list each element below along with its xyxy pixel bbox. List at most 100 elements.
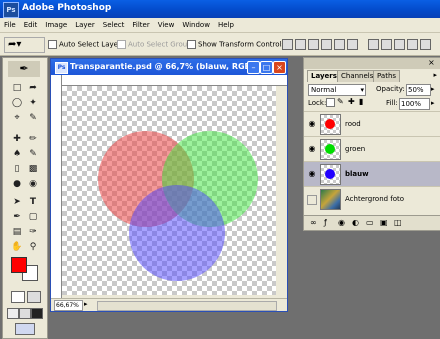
layer-row-blauw[interactable]: ◉ blauw: [304, 161, 440, 186]
blend-mode-select[interactable]: Normal ▾: [308, 84, 366, 96]
new-group-icon[interactable]: ▭: [366, 218, 374, 227]
standard-mode-icon[interactable]: [11, 291, 25, 303]
screen-mode-standard-icon[interactable]: [7, 308, 19, 319]
lock-position-icon[interactable]: ✚: [348, 97, 355, 106]
zoom-field[interactable]: 66,67%: [54, 300, 83, 311]
dodge-tool-icon[interactable]: ◉: [26, 178, 40, 191]
opacity-slider-arrow-icon[interactable]: ▸: [431, 85, 435, 93]
menu-help[interactable]: Help: [214, 18, 238, 32]
lock-transparency-icon[interactable]: [326, 98, 335, 107]
tool-preset-picker[interactable]: ➦▾: [4, 37, 45, 53]
foreground-color-swatch[interactable]: [11, 257, 27, 273]
link-layers-icon[interactable]: ∞: [310, 218, 317, 227]
screen-mode-full-menu-icon[interactable]: [19, 308, 31, 319]
opacity-input[interactable]: 50%: [406, 84, 431, 96]
close-button[interactable]: ×: [273, 61, 286, 74]
layer-style-icon[interactable]: ƒ: [324, 218, 327, 227]
auto-select-groups-checkbox[interactable]: [117, 40, 126, 49]
distribute-right-icon[interactable]: [420, 39, 431, 50]
menu-select[interactable]: Select: [99, 18, 129, 32]
menu-filter[interactable]: Filter: [128, 18, 153, 32]
new-layer-icon[interactable]: ▣: [380, 218, 388, 227]
horizontal-scrollbar[interactable]: [97, 301, 277, 311]
canvas[interactable]: [62, 86, 276, 295]
hand-tool-icon[interactable]: ✋: [10, 241, 24, 254]
align-bottom-icon[interactable]: [308, 39, 319, 50]
lock-all-icon[interactable]: ▮: [359, 97, 363, 106]
fill-label: Fill:: [386, 99, 398, 107]
layer-name: rood: [345, 120, 361, 128]
eye-icon[interactable]: ◉: [307, 119, 317, 129]
tab-channels[interactable]: Channels: [337, 70, 378, 82]
show-transform-controls-checkbox[interactable]: [187, 40, 196, 49]
vertical-ruler: [51, 75, 62, 298]
align-vertical-center-icon[interactable]: [295, 39, 306, 50]
layer-row-groen[interactable]: ◉ groen: [304, 136, 440, 161]
magic-wand-tool-icon[interactable]: ✦: [26, 97, 40, 110]
gradient-tool-icon[interactable]: ▩: [26, 163, 40, 176]
quick-mask-mode-icon[interactable]: [27, 291, 41, 303]
auto-select-groups-option[interactable]: Auto Select Groups: [117, 40, 195, 49]
blur-tool-icon[interactable]: ●: [10, 178, 24, 191]
clone-stamp-tool-icon[interactable]: ♠: [10, 148, 24, 161]
eraser-tool-icon[interactable]: ▯: [10, 163, 24, 176]
type-tool-icon[interactable]: T: [26, 196, 40, 209]
pen-tool-icon[interactable]: ✒: [10, 211, 24, 224]
distribute-top-icon[interactable]: [368, 39, 379, 50]
menu-window[interactable]: Window: [178, 18, 214, 32]
status-menu-icon[interactable]: ▸: [84, 300, 94, 309]
tab-paths[interactable]: Paths: [373, 70, 401, 82]
screen-mode-full-icon[interactable]: [31, 308, 43, 319]
menu-file[interactable]: File: [0, 18, 20, 32]
move-tool-icon[interactable]: ➦: [26, 82, 40, 95]
align-left-icon[interactable]: [321, 39, 332, 50]
distribute-center-icon[interactable]: [381, 39, 392, 50]
layer-row-rood[interactable]: ◉ rood: [304, 111, 440, 136]
fill-input[interactable]: 100%: [399, 98, 430, 110]
menu-edit[interactable]: Edit: [20, 18, 42, 32]
distribute-bottom-icon[interactable]: [394, 39, 405, 50]
history-brush-tool-icon[interactable]: ✎: [26, 148, 40, 161]
zoom-tool-icon[interactable]: ⚲: [26, 241, 40, 254]
layer-mask-icon[interactable]: ◉: [338, 218, 345, 227]
trash-icon[interactable]: ◫: [394, 218, 402, 227]
auto-select-layer-checkbox[interactable]: [48, 40, 57, 49]
layer-name: groen: [345, 145, 366, 153]
align-top-icon[interactable]: [282, 39, 293, 50]
align-right-icon[interactable]: [347, 39, 358, 50]
marquee-tool-icon[interactable]: □: [10, 82, 24, 95]
healing-brush-tool-icon[interactable]: ✚: [10, 133, 24, 146]
adjustment-layer-icon[interactable]: ◐: [352, 218, 359, 227]
eye-icon[interactable]: ◉: [307, 144, 317, 154]
document-title: Transparantie.psd @ 66,7% (blauw, RGB/8): [70, 62, 263, 71]
panel-menu-icon[interactable]: ▸: [433, 71, 437, 79]
eyedropper-tool-icon[interactable]: ✑: [26, 226, 40, 239]
visibility-toggle[interactable]: [307, 195, 317, 205]
eye-icon[interactable]: ◉: [307, 169, 317, 179]
panel-close-icon[interactable]: ×: [428, 59, 436, 67]
layer-row-achtergrond-foto[interactable]: Achtergrond foto: [304, 186, 440, 211]
show-transform-controls-option[interactable]: Show Transform Controls: [187, 40, 285, 49]
align-horizontal-center-icon[interactable]: [334, 39, 345, 50]
lasso-tool-icon[interactable]: ◯: [10, 97, 24, 110]
distribute-left-icon[interactable]: [407, 39, 418, 50]
notes-tool-icon[interactable]: ▤: [10, 226, 24, 239]
auto-select-layer-option[interactable]: Auto Select Layer: [48, 40, 121, 49]
opacity-label: Opacity:: [376, 85, 405, 93]
brush-tool-icon[interactable]: ✏: [26, 133, 40, 146]
menu-image[interactable]: Image: [41, 18, 71, 32]
path-selection-tool-icon[interactable]: ➤: [10, 196, 24, 209]
tab-layers[interactable]: Layers: [307, 70, 341, 82]
photo-thumbnail: [320, 189, 341, 210]
menu-view[interactable]: View: [154, 18, 179, 32]
shape-tool-icon[interactable]: ▢: [26, 211, 40, 224]
slice-tool-icon[interactable]: ✎: [26, 112, 40, 125]
minimize-button[interactable]: –: [247, 61, 260, 74]
menu-layer[interactable]: Layer: [71, 18, 99, 32]
fill-slider-arrow-icon[interactable]: ▸: [431, 99, 435, 107]
thumbnail-dot: [325, 169, 335, 179]
jump-to-imageready-icon[interactable]: [15, 323, 35, 335]
crop-tool-icon[interactable]: ⌖: [10, 112, 24, 125]
lock-pixels-icon[interactable]: ✎: [337, 97, 344, 106]
maximize-button[interactable]: □: [260, 61, 273, 74]
